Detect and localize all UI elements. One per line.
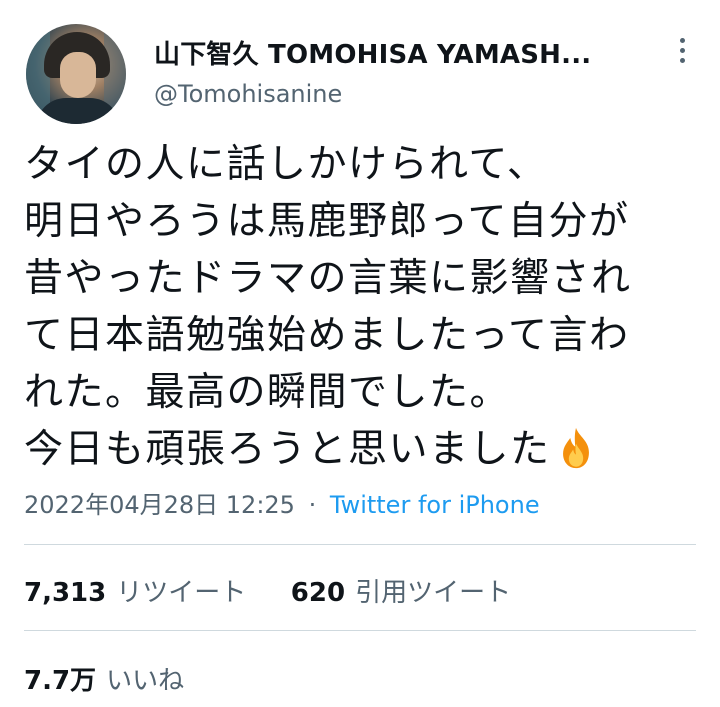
likes-count: 7.7万: [24, 666, 97, 696]
tweet-text-line: 明日やろうは馬鹿野郎って自分が: [24, 199, 630, 244]
likes-stat[interactable]: 7.7万 いいね: [24, 666, 184, 696]
fire-emoji-icon: [562, 427, 589, 468]
tweet-text-line: 昔やったドラマの言葉に影響され: [24, 256, 632, 301]
meta-separator: ·: [308, 491, 317, 519]
display-name[interactable]: 山下智久 TOMOHISA YAMASH...: [154, 34, 591, 71]
retweets-label: リツイート: [116, 578, 247, 608]
tweet-text: タイの人に話しかけられて、 明日やろうは馬鹿野郎って自分が 昔やったドラマの言葉…: [24, 136, 704, 478]
tweet-text-line: タイの人に話しかけられて、: [24, 142, 548, 187]
quotes-stat[interactable]: 620 引用ツイート: [291, 578, 511, 608]
more-options-icon[interactable]: [676, 38, 688, 68]
divider: [24, 544, 696, 545]
retweets-stat[interactable]: 7,313 リツイート: [24, 578, 246, 608]
likes-label: いいね: [106, 666, 185, 696]
tweet-text-line: て日本語勉強始めましたって言わ: [24, 313, 630, 358]
tweet-timestamp[interactable]: 2022年04月28日 12:25: [24, 491, 295, 519]
tweet-meta: 2022年04月28日 12:25 · Twitter for iPhone: [24, 485, 540, 520]
avatar[interactable]: [26, 24, 126, 124]
avatar-face: [60, 52, 96, 98]
tweet-header: 山下智久 TOMOHISA YAMASH... @Tomohisanine: [26, 24, 696, 124]
quotes-count: 620: [290, 578, 346, 608]
tweet-text-line: 今日も頑張ろうと思いました: [24, 427, 551, 472]
tweet-text-line-last: 今日も頑張ろうと思いました: [24, 421, 704, 478]
retweets-count: 7,313: [24, 578, 107, 608]
divider: [24, 630, 696, 631]
engagement-stats: 7,313 リツイート 620 引用ツイート: [24, 572, 511, 609]
likes-stats: 7.7万 いいね: [24, 660, 184, 697]
quotes-label: 引用ツイート: [355, 578, 512, 608]
tweet-text-line: れた。最高の瞬間でした。: [24, 370, 511, 415]
tweet-source-link[interactable]: Twitter for iPhone: [330, 491, 540, 519]
user-handle[interactable]: @Tomohisanine: [154, 80, 342, 108]
